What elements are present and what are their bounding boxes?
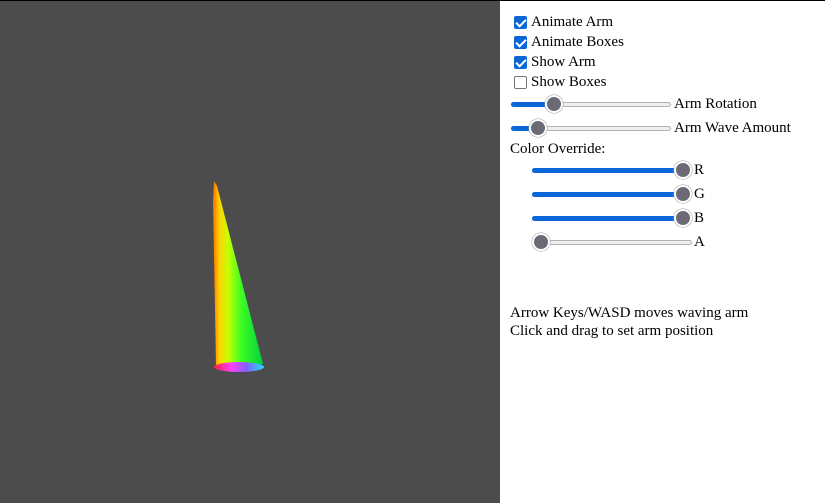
app: Animate Arm Animate Boxes Show Arm Show … xyxy=(0,0,825,503)
show-arm-checkbox[interactable] xyxy=(514,55,527,69)
color-b-label: B xyxy=(694,210,705,226)
arm-wave-amount-label: Arm Wave Amount xyxy=(674,120,791,136)
color-override-label: Color Override: xyxy=(510,141,606,157)
show-arm-checkbox-row[interactable]: Show Arm xyxy=(514,52,596,72)
color-r-slider[interactable] xyxy=(532,160,692,180)
slider-track xyxy=(532,239,692,245)
color-b-slider[interactable] xyxy=(532,208,692,228)
show-boxes-label: Show Boxes xyxy=(531,73,607,90)
arm-rotation-slider[interactable] xyxy=(511,94,671,114)
instructions-line-2: Click and drag to set arm position xyxy=(510,323,714,339)
color-a-label: A xyxy=(694,234,705,250)
color-g-label: G xyxy=(694,186,705,202)
animate-arm-checkbox-row[interactable]: Animate Arm xyxy=(514,12,613,32)
3d-viewport[interactable] xyxy=(0,0,500,503)
slider-fill xyxy=(532,215,683,221)
show-boxes-checkbox-row[interactable]: Show Boxes xyxy=(514,72,606,92)
slider-fill xyxy=(532,191,683,197)
arm-base xyxy=(214,362,264,372)
arm-rotation-label: Arm Rotation xyxy=(674,96,757,112)
animate-boxes-label: Animate Boxes xyxy=(531,33,624,50)
slider-thumb[interactable] xyxy=(674,209,692,227)
animate-arm-checkbox[interactable] xyxy=(514,15,527,29)
show-arm-label: Show Arm xyxy=(531,53,596,70)
arm-render xyxy=(213,181,264,372)
slider-fill xyxy=(532,167,683,173)
color-g-slider[interactable] xyxy=(532,184,692,204)
instructions-line-1: Arrow Keys/WASD moves waving arm xyxy=(510,305,749,321)
show-boxes-checkbox[interactable] xyxy=(514,75,527,89)
color-r-label: R xyxy=(694,162,705,178)
control-panel: Animate Arm Animate Boxes Show Arm Show … xyxy=(500,0,825,503)
arm-cone xyxy=(213,181,263,367)
color-a-slider[interactable] xyxy=(532,232,692,252)
animate-boxes-checkbox[interactable] xyxy=(514,35,527,49)
slider-thumb[interactable] xyxy=(674,185,692,203)
slider-thumb[interactable] xyxy=(545,95,564,113)
slider-thumb[interactable] xyxy=(674,161,692,179)
slider-thumb[interactable] xyxy=(529,119,548,137)
animate-arm-label: Animate Arm xyxy=(531,13,614,30)
animate-boxes-checkbox-row[interactable]: Animate Boxes xyxy=(514,32,624,52)
slider-thumb[interactable] xyxy=(532,233,550,251)
arm-wave-amount-slider[interactable] xyxy=(511,118,671,138)
